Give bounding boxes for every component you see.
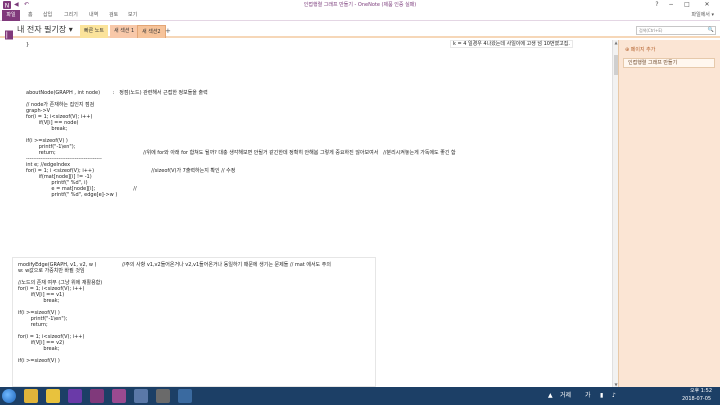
taskbar-app-chrome-icon[interactable] xyxy=(24,389,38,403)
section-tab-quick-notes[interactable]: 빠른 노트 xyxy=(80,25,108,38)
network-icon[interactable]: ▮ xyxy=(600,391,603,400)
code-block-aboutnode[interactable]: aboutNode(GRAPH , int node) : 정점(노드) 관련해… xyxy=(26,90,456,198)
windows-taskbar: ▲ 거제 가 ▮ ♪ 오후 1:52 2018-07-05 xyxy=(0,387,720,405)
add-page-button[interactable]: ⊕ 페이지 추가 xyxy=(625,46,655,54)
search-icon[interactable]: 🔍 xyxy=(708,27,714,34)
section-tab-section-1[interactable]: 새 섹션 1 xyxy=(110,25,139,38)
title-bar: N ◀ ↶ 인접행렬 그래프 만들기 - OneNote (제품 인증 실패) … xyxy=(0,0,720,10)
window-title: 인접행렬 그래프 만들기 - OneNote (제품 인증 실패) xyxy=(303,2,417,8)
taskbar-app-app-8-icon[interactable] xyxy=(178,389,192,403)
taskbar-app-onenote-2-icon[interactable] xyxy=(112,389,126,403)
tab-home[interactable]: 홈 xyxy=(28,10,33,21)
pages-panel: ⊕ 페이지 추가 인접행렬 그래프 만들기 xyxy=(618,40,720,387)
ribbon-tabs: 파일 홈 삽입 그리기 내역 검토 보기 파일에서 ▾ xyxy=(0,10,720,21)
search-input[interactable]: 검색(Ctrl+E) 🔍 xyxy=(636,26,716,35)
note-container-top-right[interactable]: k = 4 일경우 4나왔는데 사일이에 고생 넘 10번였고집. xyxy=(450,40,573,48)
tab-view[interactable]: 보기 xyxy=(128,10,137,21)
start-button[interactable] xyxy=(2,389,16,403)
volume-icon[interactable]: ♪ xyxy=(612,391,616,400)
file-tab[interactable]: 파일 xyxy=(2,10,20,21)
language-indicator[interactable]: 가 xyxy=(585,391,591,400)
code-block-modifyedge[interactable]: modifyEdge(GRAPH, v1, v2, w ) //주의 사항 v1… xyxy=(18,262,331,364)
taskbar-app-onenote-icon[interactable] xyxy=(90,389,104,403)
add-section-button[interactable]: + xyxy=(165,25,171,38)
taskbar-app-app-6-icon[interactable] xyxy=(134,389,148,403)
ribbon-options-button[interactable]: 파일에서 ▾ xyxy=(692,10,715,21)
help-button[interactable]: ? xyxy=(650,0,664,10)
tab-insert[interactable]: 삽입 xyxy=(43,10,52,21)
note-canvas[interactable]: } k = 4 일경우 4나왔는데 사일이에 고생 넘 10번였고집. abou… xyxy=(0,40,612,387)
taskbar-app-app-7-icon[interactable] xyxy=(156,389,170,403)
page-item[interactable]: 인접행렬 그래프 만들기 xyxy=(623,58,715,68)
notebook-bar: 내 전자 필기장 ▾ 빠른 노트 새 섹션 1 새 섹션2 + 검색(Ctrl+… xyxy=(0,22,720,40)
notebook-title[interactable]: 내 전자 필기장 ▾ xyxy=(17,22,73,38)
code-line: if(i >=sizeof(V) ) xyxy=(18,358,60,364)
tray-arrow-icon[interactable]: ▲ xyxy=(548,391,553,400)
notebook-icon[interactable] xyxy=(4,25,14,40)
close-button[interactable]: ✕ xyxy=(700,0,714,10)
minimize-button[interactable]: − xyxy=(664,0,678,10)
tab-history[interactable]: 내역 xyxy=(89,10,98,21)
clock-date[interactable]: 2018-07-05 xyxy=(682,395,711,404)
taskbar-app-explorer-icon[interactable] xyxy=(46,389,60,403)
section-tab-section-2[interactable]: 새 섹션2 xyxy=(137,25,166,38)
tab-review[interactable]: 검토 xyxy=(109,10,118,21)
taskbar-app-visual-studio-icon[interactable] xyxy=(68,389,82,403)
chevron-down-icon[interactable]: ▾ xyxy=(69,25,73,34)
weather-label[interactable]: 거제 xyxy=(560,391,571,400)
tab-draw[interactable]: 그리기 xyxy=(64,10,78,21)
closing-brace: } xyxy=(26,42,30,48)
maximize-button[interactable]: □ xyxy=(680,0,694,10)
code-line: printf(" %d", edge[e]->w ) xyxy=(26,192,118,198)
